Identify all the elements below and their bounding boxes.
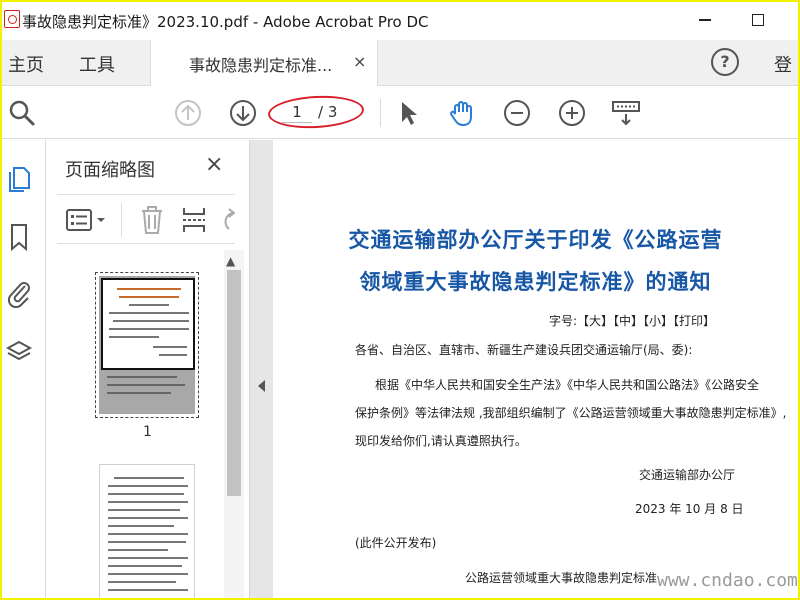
previous-page-icon[interactable]: [172, 97, 204, 129]
extract-pages-icon[interactable]: [181, 205, 207, 235]
delete-page-icon[interactable]: [139, 205, 165, 235]
hand-tool-icon[interactable]: [446, 97, 478, 129]
thumbnail-page-2[interactable]: [99, 464, 195, 598]
next-page-icon[interactable]: [227, 97, 259, 129]
font-size-options[interactable]: 字号:【大】【中】【小】【打印】: [549, 312, 715, 329]
thumbnail-page-1[interactable]: [95, 272, 199, 418]
rotate-page-icon[interactable]: [219, 207, 235, 233]
attachment-icon[interactable]: [6, 278, 32, 308]
scrollbar-thumb[interactable]: [227, 270, 241, 496]
tab-document[interactable]: 事故隐患判定标准... ×: [150, 40, 378, 86]
maximize-icon: [752, 14, 764, 26]
sign-in-button[interactable]: 登: [774, 51, 792, 77]
close-panel-icon[interactable]: ×: [205, 152, 223, 177]
document-view[interactable]: 交通运输部办公厅关于印发《公路运营 领域重大事故隐患判定标准》的通知 字号:【大…: [273, 140, 798, 598]
acrobat-window: 事故隐患判定标准》2023.10.pdf - Adobe Acrobat Pro…: [2, 2, 798, 598]
minimize-button[interactable]: [685, 8, 725, 32]
page-thumbnails-panel: 页面缩略图 × 1 ▲: [47, 140, 249, 598]
main-toolbar: 1 / 3: [2, 87, 798, 139]
bookmark-icon[interactable]: [6, 222, 32, 252]
tab-home[interactable]: 主页: [8, 51, 44, 77]
body-line-3: 现印发给你们,请认真遵照执行。: [355, 434, 527, 448]
body-line-1: 根据《中华人民共和国安全生产法》《中华人民共和国公路法》《公路安全: [375, 378, 760, 392]
zoom-out-icon[interactable]: [501, 97, 533, 129]
document-heading-line-1: 交通运输部办公厅关于印发《公路运营: [348, 228, 723, 252]
panel-toolbar: [57, 194, 235, 244]
keyboard-icon[interactable]: [610, 97, 642, 129]
document-heading-line-2: 领域重大事故隐患判定标准》的通知: [359, 270, 712, 294]
recipients-line: 各省、自治区、直辖市、新疆生产建设兵团交通运输厅(局、委):: [355, 343, 693, 357]
select-cursor-icon[interactable]: [392, 97, 424, 129]
help-icon[interactable]: ?: [711, 48, 739, 76]
tab-tools[interactable]: 工具: [79, 51, 115, 77]
panel-title: 页面缩略图: [65, 160, 155, 181]
attachment-title: 公路运营领域重大事故隐患判定标准: [465, 571, 658, 585]
site-watermark: www.cndao.com: [657, 570, 798, 591]
panel-collapse-splitter[interactable]: [249, 140, 273, 598]
date-line: 2023 年 10 月 8 日: [635, 502, 744, 516]
tab-document-label: 事故隐患判定标准...: [189, 56, 333, 75]
thumbnail-selection-highlight: [99, 276, 195, 414]
zoom-in-icon[interactable]: [556, 97, 588, 129]
maximize-button[interactable]: [738, 8, 778, 32]
scroll-up-arrow-icon[interactable]: ▲: [226, 254, 235, 268]
panel-toolbar-divider: [121, 203, 122, 237]
close-tab-icon[interactable]: ×: [353, 52, 366, 71]
acrobat-app-icon: [4, 10, 20, 28]
window-title: 事故隐患判定标准》2023.10.pdf - Adobe Acrobat Pro…: [22, 13, 429, 31]
thumbnail-scrollbar[interactable]: ▲: [224, 250, 244, 598]
minimize-icon: [699, 19, 711, 21]
title-bar: 事故隐患判定标准》2023.10.pdf - Adobe Acrobat Pro…: [2, 2, 798, 38]
body-line-2: 保护条例》等法律法规 ,我部组织编制了《公路运营领域重大事故隐患判定标准》,: [355, 406, 787, 420]
thumbnail-viewport: [101, 278, 195, 370]
signature-line: 交通运输部办公厅: [639, 468, 736, 482]
thumbnail-list: 1 ▲: [47, 250, 247, 598]
search-icon[interactable]: [6, 97, 38, 129]
left-navigation-rail: [2, 140, 46, 598]
collapse-arrow-icon[interactable]: [258, 380, 265, 392]
tab-bar: 主页 工具 事故隐患判定标准... × ? 登: [2, 40, 798, 86]
publication-note: (此件公开发布): [355, 536, 437, 550]
toolbar-divider: [380, 99, 381, 127]
options-menu-icon[interactable]: [65, 207, 111, 233]
red-highlight-annotation: [267, 93, 365, 131]
page-thumbnails-icon[interactable]: [6, 162, 32, 192]
layers-icon[interactable]: [6, 336, 32, 366]
thumbnail-page-number: 1: [143, 424, 152, 440]
